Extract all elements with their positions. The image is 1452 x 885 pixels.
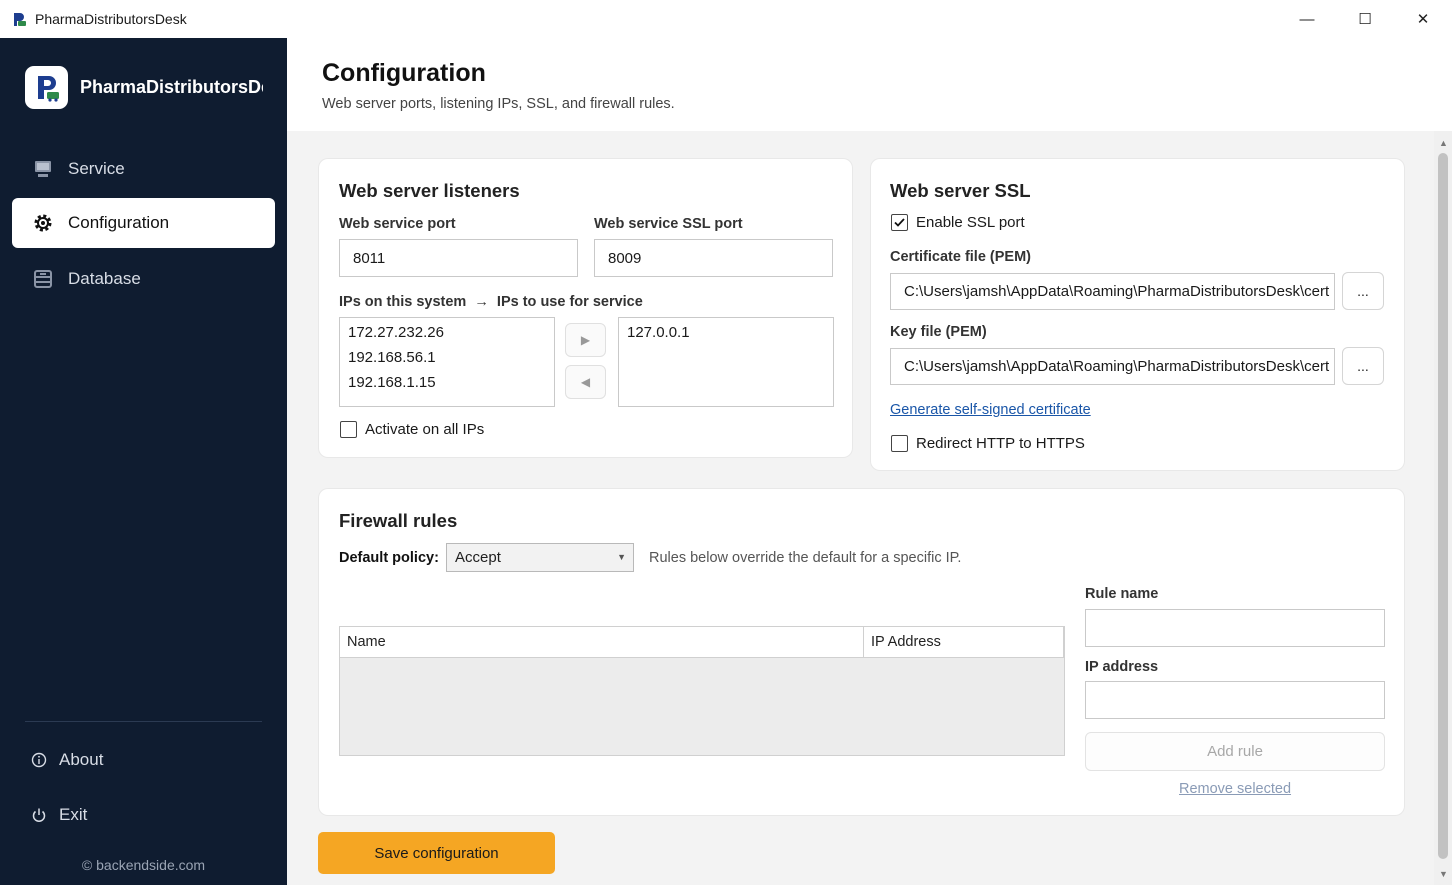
page-header: Configuration Web server ports, listenin…: [287, 38, 1452, 131]
page-subtitle: Web server ports, listening IPs, SSL, an…: [322, 96, 675, 112]
list-item[interactable]: 127.0.0.1: [627, 322, 825, 347]
maximize-icon: ☐: [1358, 11, 1372, 28]
vertical-scrollbar[interactable]: ▲ ▼: [1434, 131, 1452, 885]
arrow-left-icon: ◀: [580, 375, 591, 389]
checkbox-checked: [891, 214, 908, 231]
info-icon: [30, 751, 48, 769]
app-icon: [10, 10, 28, 28]
port-label: Web service port: [339, 216, 456, 232]
brand: PharmaDistributorsDesk: [25, 66, 263, 109]
database-icon: [32, 268, 54, 290]
available-ips-list[interactable]: 172.27.232.26 192.168.56.1 192.168.1.15: [339, 317, 555, 407]
window-title: PharmaDistributorsDesk: [35, 11, 187, 27]
redirect-https-checkbox[interactable]: Redirect HTTP to HTTPS: [891, 435, 1085, 452]
scroll-up-icon[interactable]: ▲: [1439, 138, 1448, 148]
minimize-icon: —: [1299, 10, 1315, 28]
nav-label: Configuration: [68, 213, 170, 232]
checkbox-box: [340, 421, 357, 438]
scroll-thumb[interactable]: [1438, 153, 1448, 859]
sidebar: PharmaDistributorsDesk Service Configura…: [0, 38, 287, 885]
card-title: Web server listeners: [339, 180, 520, 201]
list-item[interactable]: 192.168.1.15: [348, 372, 546, 397]
about-button[interactable]: About: [30, 750, 103, 770]
gear-icon: [32, 212, 54, 234]
page-title: Configuration: [322, 59, 486, 87]
minimize-button[interactable]: —: [1278, 0, 1336, 38]
close-icon: ✕: [1416, 11, 1430, 28]
add-ip-button[interactable]: ▶: [565, 323, 606, 357]
remove-ip-button[interactable]: ◀: [565, 365, 606, 399]
card-title: Web server SSL: [890, 180, 1031, 201]
title-bar: PharmaDistributorsDesk — ☐ ✕: [0, 0, 1452, 38]
checkmark-icon: [894, 218, 905, 227]
ssl-port-input[interactable]: 8009: [594, 239, 833, 277]
table-header: Name IP Address: [340, 627, 1064, 658]
cert-file-input[interactable]: C:\Users\jamsh\AppData\Roaming\PharmaDis…: [890, 273, 1335, 310]
firewall-card: Firewall rules Default policy: Accept ▼ …: [319, 489, 1404, 815]
policy-hint: Rules below override the default for a s…: [649, 550, 962, 566]
ssl-port-label: Web service SSL port: [594, 216, 743, 232]
exit-label: Exit: [59, 805, 88, 824]
exit-button[interactable]: Exit: [30, 805, 87, 825]
ssl-card: Web server SSL Enable SSL port Certifica…: [871, 159, 1404, 470]
key-label: Key file (PEM): [890, 324, 987, 340]
rule-name-label: Rule name: [1085, 586, 1159, 602]
checkbox-box: [891, 435, 908, 452]
ip-address-input[interactable]: [1085, 681, 1385, 719]
scroll-down-icon[interactable]: ▼: [1439, 869, 1448, 879]
ips-label: IPs on this system → IPs to use for serv…: [339, 294, 643, 310]
checkbox-label: Enable SSL port: [916, 214, 1025, 231]
add-rule-button[interactable]: Add rule: [1085, 732, 1385, 771]
key-file-input[interactable]: C:\Users\jamsh\AppData\Roaming\PharmaDis…: [890, 348, 1335, 385]
checkbox-label: Redirect HTTP to HTTPS: [916, 435, 1085, 452]
default-policy-select[interactable]: Accept ▼: [446, 543, 634, 572]
column-header-ip[interactable]: IP Address: [864, 627, 1064, 657]
browse-key-button[interactable]: ...: [1342, 347, 1384, 385]
port-input[interactable]: 8011: [339, 239, 578, 277]
brand-name: PharmaDistributorsDesk: [80, 77, 263, 97]
brand-logo: [25, 66, 68, 109]
close-button[interactable]: ✕: [1394, 0, 1452, 38]
nav-label: Database: [68, 269, 141, 288]
listeners-card: Web server listeners Web service port 80…: [319, 159, 852, 457]
monitor-icon: [32, 158, 54, 180]
activate-all-checkbox[interactable]: Activate on all IPs: [340, 421, 484, 438]
list-item[interactable]: 172.27.232.26: [348, 322, 546, 347]
arrow-right-icon: ▶: [580, 333, 591, 347]
remove-selected-link[interactable]: Remove selected: [1179, 781, 1291, 797]
nav-label: Service: [68, 159, 125, 178]
maximize-button[interactable]: ☐: [1336, 0, 1394, 38]
sidebar-divider: [25, 721, 262, 722]
copyright: © backendside.com: [81, 857, 206, 873]
generate-certificate-link[interactable]: Generate self-signed certificate: [890, 402, 1091, 418]
power-icon: [30, 806, 48, 824]
list-item[interactable]: 192.168.56.1: [348, 347, 546, 372]
about-label: About: [59, 750, 104, 769]
browse-cert-button[interactable]: ...: [1342, 272, 1384, 310]
ip-address-label: IP address: [1085, 659, 1159, 675]
selected-ips-list[interactable]: 127.0.0.1: [618, 317, 834, 407]
card-title: Firewall rules: [339, 510, 458, 531]
chevron-down-icon: ▼: [617, 552, 626, 562]
checkbox-label: Activate on all IPs: [365, 421, 485, 438]
cert-label: Certificate file (PEM): [890, 249, 1031, 265]
column-header-name[interactable]: Name: [340, 627, 864, 657]
nav-item-service[interactable]: Service: [12, 144, 275, 194]
select-value: Accept: [455, 549, 501, 566]
main-content: Configuration Web server ports, listenin…: [287, 38, 1452, 885]
enable-ssl-checkbox[interactable]: Enable SSL port: [891, 214, 1025, 231]
rule-name-input[interactable]: [1085, 609, 1385, 647]
policy-label: Default policy:: [339, 550, 439, 566]
nav-item-configuration[interactable]: Configuration: [12, 198, 275, 248]
nav-item-database[interactable]: Database: [12, 254, 275, 304]
save-configuration-button[interactable]: Save configuration: [318, 832, 555, 874]
firewall-rules-table[interactable]: Name IP Address: [339, 626, 1065, 756]
